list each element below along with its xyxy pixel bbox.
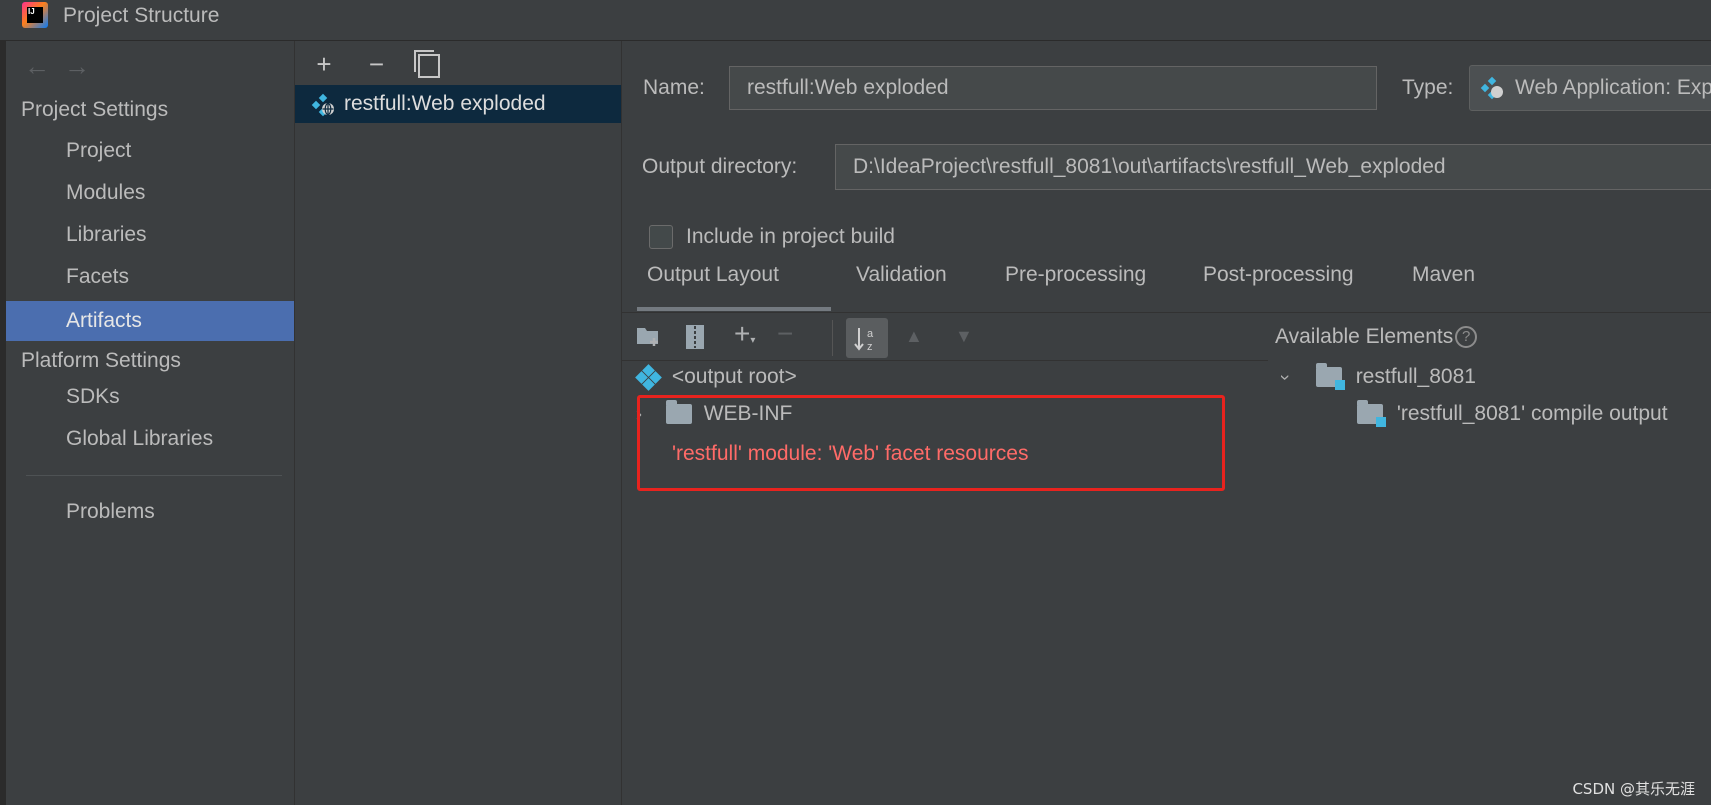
compile-output-node[interactable]: 'restfull_8081' compile output: [1357, 400, 1668, 428]
include-build-checkbox[interactable]: [649, 225, 673, 249]
watermark: CSDN @其乐无涯: [1572, 780, 1695, 798]
add-element-button[interactable]: +▾: [734, 318, 755, 350]
active-tab-indicator: [637, 307, 831, 311]
output-directory-input[interactable]: D:\IdeaProject\restfull_8081\out\artifac…: [835, 144, 1711, 190]
svg-text:z: z: [867, 341, 873, 353]
list-item[interactable]: restfull:Web exploded: [295, 85, 621, 123]
title-bar: IJ Project Structure: [0, 0, 1711, 41]
move-down-arrow-icon[interactable]: ▼: [955, 326, 973, 347]
settings-sidebar: ← → Project Settings Project Modules Libr…: [6, 41, 295, 805]
output-directory-label: Output directory:: [642, 155, 798, 178]
artifact-editor: Name: restfull:Web exploded Type: Web Ap…: [622, 41, 1711, 805]
sidebar-item-project[interactable]: Project: [6, 131, 294, 171]
compile-output-label: 'restfull_8081' compile output: [1396, 402, 1668, 425]
web-artifact-icon: [311, 93, 334, 117]
create-archive-button[interactable]: [685, 324, 705, 357]
sort-az-icon: a z: [854, 328, 874, 353]
output-root-label: <output root>: [671, 365, 797, 388]
tab-post-processing[interactable]: Post-processing: [1203, 263, 1354, 287]
name-label: Name:: [643, 76, 705, 99]
web-artifact-icon: [1480, 76, 1503, 100]
sidebar-item-global-libraries[interactable]: Global Libraries: [6, 419, 294, 459]
available-elements-title: Available Elements?: [1275, 325, 1478, 349]
copy-artifact-button[interactable]: [413, 49, 444, 80]
archive-icon: [686, 325, 704, 349]
sidebar-item-sdks[interactable]: SDKs: [6, 377, 294, 417]
toolbar-separator: [832, 320, 833, 356]
module-folder-icon: [1315, 363, 1345, 391]
new-folder-icon: [637, 328, 658, 346]
project-settings-header: Project Settings: [21, 98, 169, 121]
facet-resources-node[interactable]: 'restfull' module: 'Web' facet resources: [672, 442, 1028, 466]
module-label: restfull_8081: [1355, 365, 1476, 388]
tab-validation[interactable]: Validation: [856, 263, 947, 287]
available-elements-label: Available Elements: [1275, 325, 1454, 348]
sidebar-divider: [26, 475, 282, 476]
nav-arrows: ← →: [24, 51, 104, 82]
platform-settings-header: Platform Settings: [21, 349, 181, 372]
sort-alphabetically-button[interactable]: a z: [846, 318, 888, 358]
back-arrow-icon[interactable]: ←: [24, 51, 50, 82]
help-icon[interactable]: ?: [1455, 326, 1478, 349]
sidebar-item-facets[interactable]: Facets: [6, 257, 294, 297]
available-module-node[interactable]: › restfull_8081: [1276, 363, 1476, 391]
intellij-logo-icon: IJ: [22, 2, 48, 28]
module-folder-icon: [1357, 400, 1386, 428]
tab-pre-processing[interactable]: Pre-processing: [1005, 263, 1146, 287]
sidebar-item-modules[interactable]: Modules: [6, 173, 294, 213]
new-directory-button[interactable]: [636, 324, 662, 355]
tabs-divider: [622, 312, 1711, 313]
tab-output-layout[interactable]: Output Layout: [647, 263, 779, 287]
sidebar-item-artifacts[interactable]: Artifacts: [6, 301, 294, 341]
tab-maven[interactable]: Maven: [1412, 263, 1475, 287]
sidebar-item-problems[interactable]: Problems: [6, 492, 294, 532]
forward-arrow-icon[interactable]: →: [64, 51, 90, 82]
chevron-down-icon[interactable]: ›: [1275, 375, 1296, 381]
type-value: Web Application: Exploded: [1515, 76, 1711, 99]
copy-icon: [413, 50, 440, 79]
remove-artifact-button[interactable]: −: [361, 49, 391, 80]
remove-element-button[interactable]: −: [777, 318, 793, 350]
type-label: Type:: [1402, 76, 1454, 99]
artifacts-toolbar: + −: [309, 49, 462, 80]
artifact-name-input[interactable]: restfull:Web exploded: [729, 66, 1377, 110]
artifact-name: restfull:Web exploded: [344, 92, 546, 115]
layout-toolbar: +▾ − a z ▲ ▼: [622, 314, 1268, 361]
move-up-arrow-icon[interactable]: ▲: [905, 326, 923, 347]
output-root-icon: [635, 364, 662, 392]
output-root-node[interactable]: <output root>: [635, 364, 797, 392]
artifacts-list-pane: + − restfull:Web exploded: [295, 41, 622, 805]
add-artifact-button[interactable]: +: [309, 49, 339, 80]
sidebar-item-libraries[interactable]: Libraries: [6, 215, 294, 255]
window-title: Project Structure: [63, 4, 220, 27]
svg-text:a: a: [867, 328, 874, 340]
include-build-label: Include in project build: [686, 225, 895, 248]
type-select[interactable]: Web Application: Exploded: [1469, 65, 1711, 111]
